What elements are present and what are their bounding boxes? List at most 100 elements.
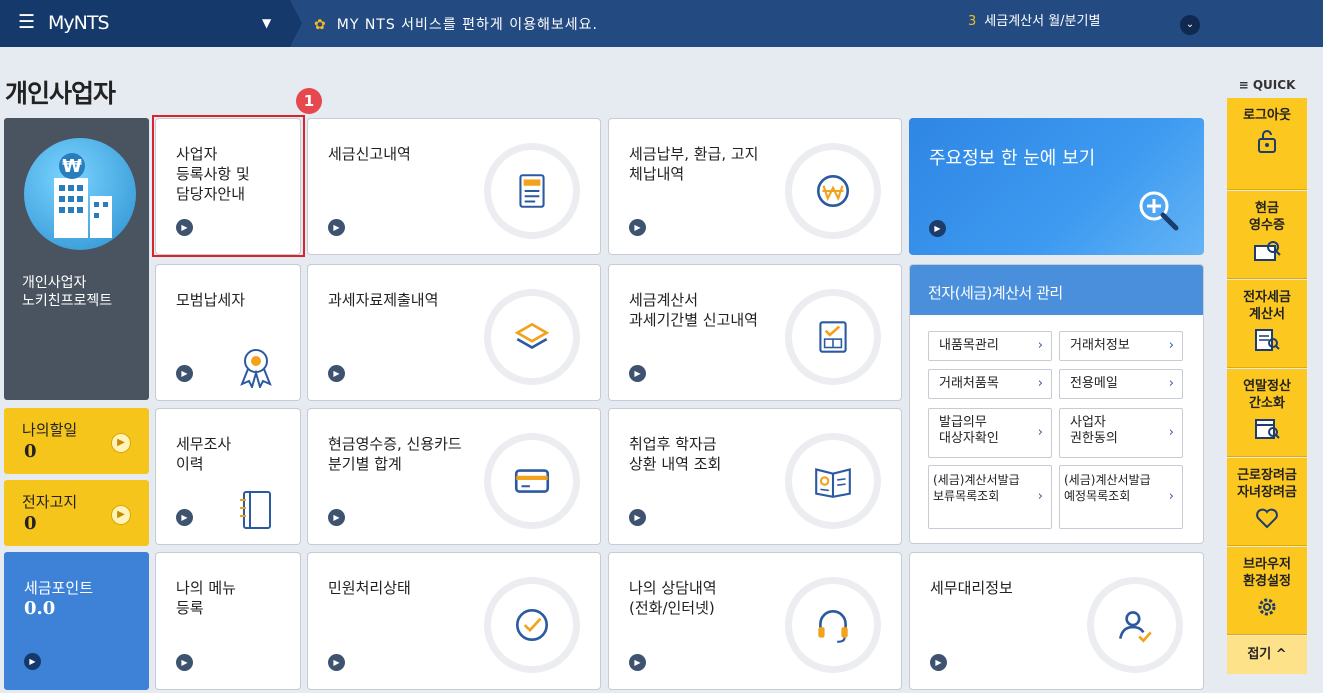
headset-icon — [785, 577, 881, 673]
flower-icon: ✿ — [314, 17, 327, 33]
e-invoice-obligation-check[interactable]: 발급의무 대상자확인 › — [928, 408, 1052, 458]
tax-points-value: 0.0 — [24, 598, 56, 619]
profile-name: 개인사업자 노키친프로젝트 — [22, 274, 112, 310]
arrow-right-icon[interactable]: ▶ — [629, 219, 646, 236]
tile-my-menu-register[interactable]: 나의 메뉴 등록 ▶ — [155, 552, 301, 690]
tile-tax-agent-info[interactable]: 세무대리정보 ▶ — [909, 552, 1204, 690]
tax-points-label: 세금포인트 — [24, 579, 94, 597]
arrow-right-icon[interactable]: ▶ — [176, 509, 193, 526]
tile-cash-receipt-card-totals[interactable]: 현금영수증, 신용카드 분기별 합계 ▶ — [307, 408, 601, 545]
tile-model-taxpayer[interactable]: 모범납세자 ▶ — [155, 264, 301, 401]
arrow-right-icon[interactable]: ▶ — [629, 654, 646, 671]
tile-label: 현금영수증, 신용카드 분기별 합계 — [328, 435, 462, 473]
e-invoice-partner-items[interactable]: 거래처품목 › — [928, 369, 1052, 399]
tax-document-icon — [484, 143, 580, 239]
won-coin-icon — [785, 143, 881, 239]
quick-browser-settings[interactable]: 브라우저 환경설정 — [1227, 547, 1307, 635]
award-ribbon-icon — [240, 349, 272, 388]
tile-label: 나의 메뉴 등록 — [176, 579, 236, 617]
tile-label: 세무조사 이력 — [176, 435, 232, 473]
unlock-icon — [1258, 130, 1276, 153]
e-notice-card[interactable]: 전자고지 0 ▶ — [4, 480, 149, 546]
magnifier-plus-icon — [1139, 191, 1179, 231]
arrow-right-icon[interactable]: ▶ — [176, 654, 193, 671]
hamburger-icon[interactable]: ☰ — [18, 12, 35, 32]
tile-label: 세금계산서 과세기간별 신고내역 — [629, 291, 758, 329]
e-notice-arrow-icon[interactable]: ▶ — [111, 505, 131, 525]
tile-business-registration[interactable]: 사업자 등록사항 및 담당자안내 ▶ — [155, 118, 301, 255]
ticker-number: 3 — [968, 14, 977, 29]
tile-civil-complaint-status[interactable]: 민원처리상태 ▶ — [307, 552, 601, 690]
tile-student-loan-repayment[interactable]: 취업후 학자금 상환 내역 조회 ▶ — [608, 408, 902, 545]
e-invoice-scheduled-list[interactable]: (세금)계산서발급 예정목록조회 › — [1059, 465, 1183, 529]
quick-fold-button[interactable]: 접기 ^ — [1227, 636, 1307, 674]
svg-text:₩: ₩ — [62, 156, 82, 177]
brand-menu[interactable]: ☰ MyNTS ▼ — [0, 0, 290, 47]
quick-logout[interactable]: 로그아웃 — [1227, 98, 1307, 190]
e-invoice-panel: 전자(세금)계산서 관리 내품목관리 › 거래처정보 › 거래처품목 › 전용메일 › … — [909, 264, 1204, 544]
top-bar: ☰ MyNTS ▼ ✿ MY NTS 서비스를 편하게 이용해보세요. 3 세금계산… — [0, 0, 1323, 47]
quick-year-end-settlement[interactable]: 연말정산 간소화 — [1227, 369, 1307, 457]
arrow-right-icon[interactable]: ▶ — [328, 654, 345, 671]
e-notice-count: 0 — [24, 513, 37, 534]
caret-down-icon[interactable]: ▼ — [262, 16, 271, 30]
e-invoice-item-mgmt[interactable]: 내품목관리 › — [928, 331, 1052, 361]
ticker[interactable]: 3 세금계산서 월/분기별 — [968, 10, 1100, 29]
quick-title: ≡ QUICK — [1238, 78, 1296, 92]
layers-icon — [484, 289, 580, 385]
tile-label: 취업후 학자금 상환 내역 조회 — [629, 435, 722, 473]
arrow-right-icon[interactable]: ▶ — [328, 219, 345, 236]
arrow-right-icon[interactable]: ▶ — [328, 509, 345, 526]
ticker-expand-button[interactable]: ⌄ — [1180, 15, 1200, 35]
tile-tax-return-history[interactable]: 세금신고내역 ▶ — [307, 118, 601, 255]
arrow-right-icon[interactable]: ▶ — [930, 654, 947, 671]
ticker-text: 세금계산서 월/분기별 — [984, 14, 1101, 29]
tile-consultation-history[interactable]: 나의 상담내역 (전화/인터넷) ▶ — [608, 552, 902, 690]
page-title: 개인사업자 — [5, 79, 116, 108]
arrow-right-icon[interactable]: ▶ — [176, 219, 193, 236]
e-invoice-partner-info[interactable]: 거래처정보 › — [1059, 331, 1183, 361]
chevron-right-icon: › — [1037, 425, 1043, 440]
tile-label: 세금납부, 환급, 고지 체납내역 — [629, 145, 759, 183]
tile-key-info-summary[interactable]: 주요정보 한 눈에 보기 ▶ — [909, 118, 1204, 255]
arrow-right-icon[interactable]: ▶ — [629, 509, 646, 526]
tile-label: 민원처리상태 — [328, 579, 411, 597]
quick-earned-income-credit[interactable]: 근로장려금 자녀장려금 — [1227, 458, 1307, 546]
gear-icon — [1258, 598, 1276, 616]
breadcrumb-chevron — [290, 0, 302, 47]
tile-tax-invoice-by-period[interactable]: 세금계산서 과세기간별 신고내역 ▶ — [608, 264, 902, 401]
arrow-right-icon[interactable]: ▶ — [929, 220, 946, 237]
chevron-right-icon: › — [1168, 338, 1174, 353]
e-invoice-pending-list[interactable]: (세금)계산서발급 보류목록조회 › — [928, 465, 1052, 529]
chevron-right-icon: › — [1037, 338, 1043, 353]
tile-label: 사업자 등록사항 및 담당자안내 — [176, 145, 250, 203]
my-todo-arrow-icon[interactable]: ▶ — [111, 433, 131, 453]
e-invoice-dedicated-mail[interactable]: 전용메일 › — [1059, 369, 1183, 399]
notebook-icon — [240, 491, 271, 529]
tax-points-arrow-icon[interactable]: ▶ — [24, 653, 41, 670]
chevron-right-icon: › — [1168, 489, 1174, 504]
tile-tax-data-submission[interactable]: 과세자료제출내역 ▶ — [307, 264, 601, 401]
heart-hands-icon — [1256, 508, 1278, 529]
arrow-right-icon[interactable]: ▶ — [176, 365, 193, 382]
chevron-right-icon: › — [1037, 489, 1043, 504]
tile-label: 모범납세자 — [176, 291, 246, 309]
credit-card-icon — [484, 433, 580, 529]
arrow-right-icon[interactable]: ▶ — [328, 365, 345, 382]
tile-tax-audit-history[interactable]: 세무조사 이력 ▶ — [155, 408, 301, 545]
tile-tax-payment-refund[interactable]: 세금납부, 환급, 고지 체납내역 ▶ — [608, 118, 902, 255]
calendar-search-icon — [1255, 419, 1280, 439]
user-check-icon — [1087, 577, 1183, 673]
arrow-right-icon[interactable]: ▶ — [629, 365, 646, 382]
quick-e-tax-invoice[interactable]: 전자세금 계산서 — [1227, 280, 1307, 368]
e-invoice-authority-consent[interactable]: 사업자 권한동의 › — [1059, 408, 1183, 458]
quick-cash-receipt[interactable]: 현금 영수증 — [1227, 191, 1307, 279]
receipt-search-icon — [1254, 241, 1281, 261]
my-todo-card[interactable]: 나의할일 0 ▶ — [4, 408, 149, 474]
invoice-checklist-icon — [785, 289, 881, 385]
chevron-right-icon: › — [1168, 425, 1174, 440]
tax-points-card[interactable]: 세금포인트 0.0 ▶ — [4, 552, 149, 690]
tile-label: 나의 상담내역 (전화/인터넷) — [629, 579, 717, 617]
tile-label: 과세자료제출내역 — [328, 291, 439, 309]
notice-text: MY NTS 서비스를 편하게 이용해보세요. — [336, 17, 598, 33]
